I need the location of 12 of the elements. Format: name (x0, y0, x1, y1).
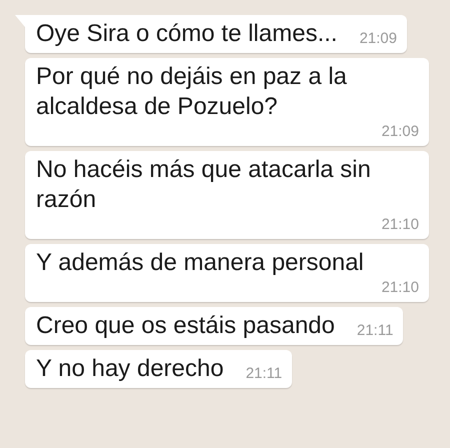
message-time: 21:11 (356, 321, 394, 341)
message-text: Oye Sira o cómo te llames... (36, 19, 338, 49)
message-text: Y además de manera personal (36, 248, 364, 278)
message-text: Creo que os estáis pasando (36, 311, 335, 341)
message-text: Por qué no dejáis en paz a la alcaldesa de Pozuelo? (36, 62, 348, 122)
message-time: 21:09 (359, 29, 397, 49)
message-text: No hacéis más que atacarla sin razón (36, 155, 372, 215)
message-time: 21:11 (246, 364, 282, 384)
message-time: 21:10 (381, 215, 419, 235)
message-time: 21:10 (381, 278, 419, 298)
message-text: Y no hay derecho (36, 354, 224, 384)
message-time: 21:09 (381, 122, 419, 142)
